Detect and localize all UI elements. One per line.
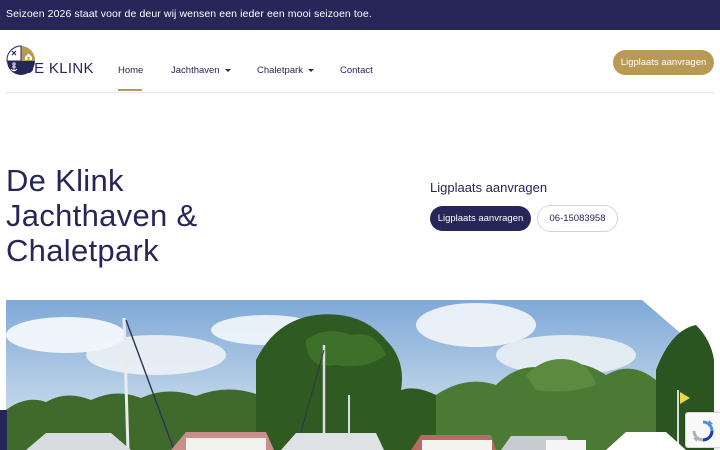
nav-item-label: Home: [118, 65, 144, 76]
nav-item-label: Jachthaven: [171, 65, 220, 76]
nav-active-indicator: [118, 89, 142, 91]
recaptcha-badge[interactable]: [685, 412, 720, 448]
announcement-bar: Seizoen 2026 staat voor de deur wij wens…: [0, 0, 720, 30]
nav-item-label: Contact: [340, 65, 373, 76]
side-tab[interactable]: [0, 410, 7, 450]
hero-title-line: Jachthaven &: [6, 198, 198, 233]
announcement-text: Seizoen 2026 staat voor de deur wij wens…: [6, 8, 372, 20]
nav-item-label: Chaletpark: [257, 65, 303, 76]
hero-title: De Klink Jachthaven & Chaletpark: [6, 163, 197, 268]
header-divider: [6, 92, 714, 93]
hero-title-line: Chaletpark: [6, 233, 159, 268]
recaptcha-icon: [692, 420, 714, 442]
logo-text: DE KLINK: [23, 60, 94, 77]
phone-button[interactable]: 06-15083958: [537, 205, 618, 232]
nav-item-chaletpark[interactable]: Chaletpark: [257, 65, 314, 76]
marina-photo: [6, 300, 714, 450]
request-berth-button[interactable]: Ligplaats aanvragen: [430, 206, 531, 231]
nav-item-jachthaven[interactable]: Jachthaven: [171, 65, 231, 76]
hero-title-line: De Klink: [6, 163, 124, 198]
nav-item-home[interactable]: Home: [118, 65, 143, 76]
caret-down-icon: [307, 69, 314, 72]
nav-item-contact[interactable]: Contact: [340, 65, 373, 76]
logo[interactable]: DE KLINK: [6, 45, 94, 79]
header-request-berth-button[interactable]: Ligplaats aanvragen: [613, 50, 714, 75]
request-berth-heading: Ligplaats aanvragen: [430, 180, 548, 195]
site-header: [0, 30, 720, 93]
caret-down-icon: [224, 69, 231, 72]
marina-photo-illustration: [6, 300, 714, 450]
